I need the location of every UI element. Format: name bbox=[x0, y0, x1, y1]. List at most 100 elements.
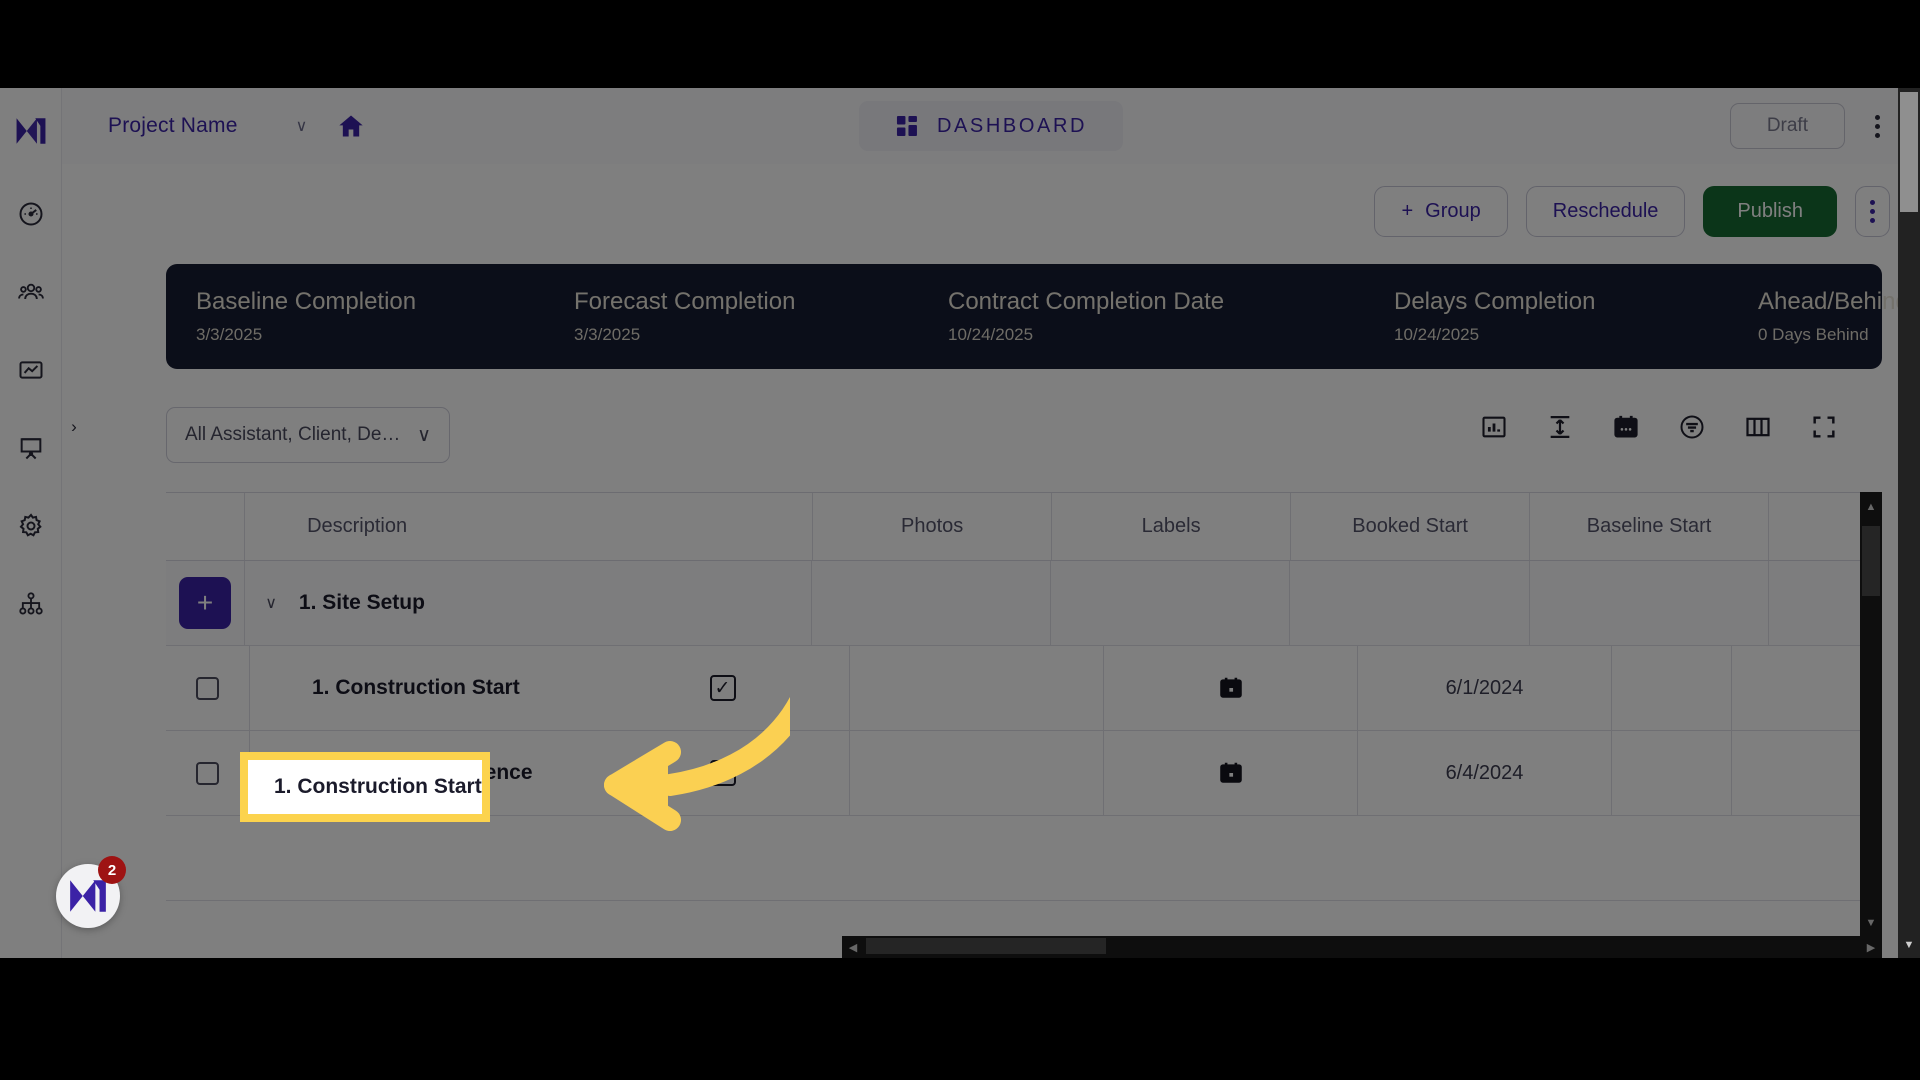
group-booked-cell bbox=[1290, 561, 1530, 645]
add-group-button[interactable]: + Group bbox=[1374, 186, 1508, 237]
table-row[interactable] bbox=[166, 816, 1882, 901]
add-group-label: Group bbox=[1425, 200, 1481, 222]
annotation-arrow-icon bbox=[604, 696, 790, 831]
column-label: Booked Start bbox=[1352, 515, 1468, 537]
stat-forecast-completion: Forecast Completion 3/3/2025 bbox=[574, 288, 948, 345]
row-labels-cell[interactable] bbox=[850, 731, 1104, 815]
header-photos[interactable]: Photos bbox=[813, 493, 1053, 560]
page-scroll-down-arrow[interactable]: ▼ bbox=[1898, 934, 1920, 956]
fullscreen-icon[interactable] bbox=[1810, 413, 1838, 441]
sidebar-expand-button[interactable]: › bbox=[66, 416, 82, 438]
main-content: + Group Reschedule Publish Baseline Comp… bbox=[62, 164, 1920, 958]
assignee-filter-select[interactable]: All Assistant, Client, De… ∨ bbox=[166, 407, 450, 463]
chevron-down-icon: ∨ bbox=[295, 118, 308, 135]
vertical-scroll-thumb[interactable] bbox=[1862, 526, 1880, 596]
mastt-logo[interactable] bbox=[14, 114, 48, 148]
top-bar: Project Name ∨ DASHBOARD Draft bbox=[62, 88, 1920, 164]
row-next-cell bbox=[1612, 731, 1732, 815]
action-bar: + Group Reschedule Publish bbox=[1374, 186, 1890, 237]
header-labels[interactable]: Labels bbox=[1052, 493, 1292, 560]
stat-value: 3/3/2025 bbox=[196, 325, 263, 344]
dashboard-label: DASHBOARD bbox=[936, 114, 1088, 137]
page-scroll-thumb[interactable] bbox=[1900, 92, 1918, 212]
topbar-right-actions: Draft bbox=[1729, 103, 1884, 149]
row-baseline-start-cell[interactable]: 6/1/2024 bbox=[1358, 646, 1612, 730]
sidebar-item-dashboard[interactable] bbox=[11, 194, 51, 234]
scroll-right-arrow[interactable]: ▶ bbox=[1860, 936, 1882, 958]
sidebar-item-reports[interactable] bbox=[11, 350, 51, 390]
bar-chart-icon[interactable] bbox=[1480, 413, 1508, 441]
column-label: Description bbox=[307, 515, 408, 537]
stat-value: 0 Days Behind bbox=[1758, 325, 1869, 344]
table-toolbar: All Assistant, Client, De… ∨ bbox=[166, 407, 1882, 467]
project-name: Project Name bbox=[108, 114, 238, 137]
gear-icon bbox=[19, 513, 42, 537]
highlight-annotation: 1. Construction Start bbox=[240, 752, 490, 822]
baseline-start-date: 6/1/2024 bbox=[1445, 676, 1524, 699]
publish-button[interactable]: Publish bbox=[1703, 186, 1837, 237]
chat-widget-button[interactable]: 2 bbox=[56, 856, 126, 928]
table-vertical-scrollbar[interactable]: ▲ ▼ bbox=[1860, 492, 1882, 936]
chat-unread-badge: 2 bbox=[98, 856, 126, 884]
scroll-up-arrow[interactable]: ▲ bbox=[1860, 496, 1882, 518]
action-bar-more-menu[interactable] bbox=[1855, 186, 1890, 237]
stat-delays-completion: Delays Completion 10/24/2025 bbox=[1394, 288, 1758, 345]
sidebar-item-integrations[interactable] bbox=[11, 584, 51, 624]
table-horizontal-scrollbar[interactable]: ◀ ▶ bbox=[842, 936, 1882, 958]
highlight-label: 1. Construction Start bbox=[274, 775, 482, 798]
header-booked-start[interactable]: Booked Start bbox=[1291, 493, 1531, 560]
assignee-filter-value: All Assistant, Client, De… bbox=[185, 424, 401, 445]
chevron-down-icon[interactable]: ∨ bbox=[265, 593, 277, 613]
column-label: Baseline Start bbox=[1586, 515, 1712, 537]
columns-icon[interactable] bbox=[1744, 413, 1772, 441]
row-baseline-start-cell[interactable]: 6/4/2024 bbox=[1358, 731, 1612, 815]
row-booked-start-cell[interactable] bbox=[1104, 646, 1358, 730]
calendar-icon[interactable] bbox=[1218, 675, 1244, 701]
row-booked-start-cell[interactable] bbox=[1104, 731, 1358, 815]
add-task-button[interactable]: + bbox=[179, 577, 232, 629]
more-vertical-icon-dot bbox=[1870, 209, 1875, 214]
scroll-left-arrow[interactable]: ◀ bbox=[842, 936, 864, 958]
stat-label: Ahead/Behind bbox=[1758, 288, 1909, 315]
more-vertical-icon-dot bbox=[1870, 218, 1875, 223]
sidebar-item-settings[interactable] bbox=[11, 506, 51, 546]
sidebar-item-presentation[interactable] bbox=[11, 428, 51, 468]
stat-value: 10/24/2025 bbox=[948, 325, 1034, 344]
row-labels-cell[interactable] bbox=[850, 646, 1104, 730]
more-vertical-icon-dot bbox=[1875, 132, 1880, 138]
group-labels-cell bbox=[1051, 561, 1291, 645]
draft-status-button[interactable]: Draft bbox=[1729, 103, 1845, 149]
screenshot-root: › Project Name ∨ DASHBOARD Draft + Group… bbox=[0, 0, 1920, 1080]
stat-ahead-behind: Ahead/Behind 0 Days Behind bbox=[1758, 288, 1909, 345]
home-icon[interactable] bbox=[337, 112, 365, 140]
schedule-table: Description Photos Labels Booked Start B… bbox=[166, 492, 1882, 958]
reschedule-button[interactable]: Reschedule bbox=[1525, 186, 1686, 237]
row-select-checkbox[interactable] bbox=[196, 761, 219, 785]
group-description-cell: ∨ 1. Site Setup bbox=[245, 561, 812, 645]
mastt-logo bbox=[70, 880, 106, 912]
calendar-icon[interactable] bbox=[1218, 760, 1244, 786]
plus-icon: + bbox=[1401, 200, 1414, 222]
row-select-checkbox[interactable] bbox=[196, 676, 219, 700]
page-vertical-scrollbar[interactable]: ▼ bbox=[1898, 88, 1920, 958]
table-header-row: Description Photos Labels Booked Start B… bbox=[166, 493, 1882, 561]
header-description[interactable]: Description bbox=[245, 493, 814, 560]
dashboard-tab[interactable]: DASHBOARD bbox=[858, 101, 1124, 151]
stat-value: 10/24/2025 bbox=[1394, 325, 1480, 344]
project-selector[interactable]: Project Name ∨ bbox=[108, 114, 307, 138]
calendar-icon[interactable] bbox=[1612, 413, 1640, 441]
baseline-start-date: 6/4/2024 bbox=[1445, 761, 1524, 784]
network-icon bbox=[18, 592, 43, 615]
scroll-down-arrow[interactable]: ▼ bbox=[1860, 912, 1882, 934]
table-row[interactable]: 1. Construction Start ✓ 6/1/2024 bbox=[166, 646, 1882, 731]
sidebar-item-team[interactable] bbox=[11, 272, 51, 312]
chart-icon bbox=[19, 361, 42, 379]
horizontal-scroll-thumb[interactable] bbox=[866, 938, 1106, 954]
stat-label: Forecast Completion bbox=[574, 288, 796, 315]
topbar-more-menu[interactable] bbox=[1871, 111, 1884, 142]
header-baseline-start[interactable]: Baseline Start bbox=[1530, 493, 1770, 560]
filter-icon[interactable] bbox=[1678, 413, 1706, 441]
more-vertical-icon-dot bbox=[1875, 114, 1880, 120]
row-height-icon[interactable] bbox=[1546, 413, 1574, 441]
stat-value: 3/3/2025 bbox=[574, 325, 641, 344]
